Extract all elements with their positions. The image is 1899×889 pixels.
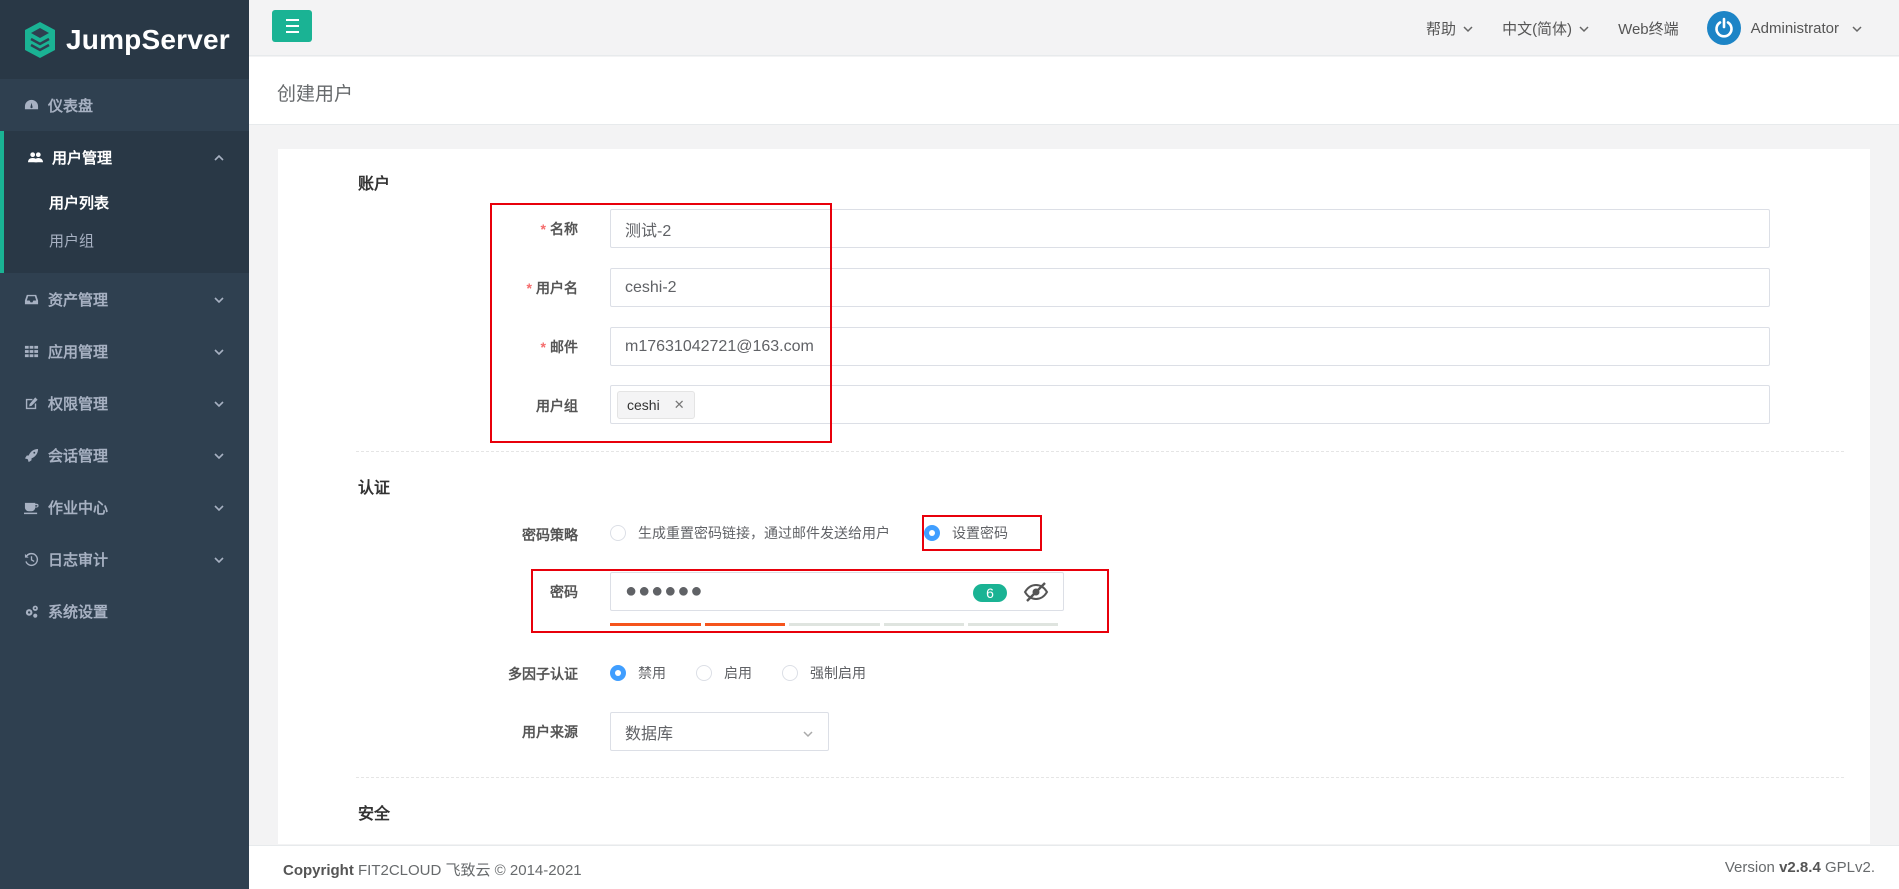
coffee-icon [22, 498, 40, 516]
remove-tag-icon[interactable]: ✕ [674, 397, 685, 413]
chevron-down-icon [213, 293, 225, 305]
chevron-down-icon [213, 345, 225, 357]
chevron-down-icon [213, 501, 225, 513]
gears-icon [22, 602, 40, 620]
sidebar-item-sessions[interactable]: 会话管理 [0, 429, 249, 481]
chevron-down-icon [213, 553, 225, 565]
mfa-radio-group: 禁用 启用 强制启用 [610, 663, 896, 683]
password-strength-meter [610, 623, 1062, 626]
page-title: 创建用户 [277, 84, 354, 105]
radio-circle [782, 665, 798, 681]
history-icon [22, 550, 40, 568]
user-dropdown[interactable]: Administrator [1706, 11, 1863, 45]
password-strategy-label: 密码策略 [522, 527, 578, 543]
grid-icon [22, 342, 40, 360]
sidebar-item-dashboard[interactable]: 仪表盘 [0, 79, 249, 131]
sidebar-group-users: 用户管理 用户列表 用户组 [0, 131, 249, 273]
sidebar-item-user-list[interactable]: 用户列表 [4, 183, 249, 221]
user-groups-select[interactable]: ceshi ✕ [610, 385, 1770, 424]
user-source-select[interactable]: 数据库 [610, 712, 829, 751]
menu-toggle-button[interactable] [272, 10, 312, 42]
footer-version: Version v2.8.4 GPLv2. [1724, 859, 1875, 876]
name-input[interactable] [610, 209, 1770, 248]
logo-text: JumpServer [66, 23, 230, 55]
edit-icon [22, 394, 40, 412]
name-label: * 名称 [540, 221, 578, 237]
password-strategy-radio-group: 生成重置密码链接，通过邮件发送给用户 设置密码 [610, 523, 1038, 543]
mfa-label: 多因子认证 [508, 666, 578, 682]
language-dropdown[interactable]: 中文(简体) [1502, 18, 1590, 39]
create-user-form: 账户 *名称 *用户名 *邮件 用户组 ceshi ✕ 认证 密码策略 生成重置… [278, 149, 1870, 844]
email-input[interactable] [610, 327, 1770, 366]
password-value: ●●●●●● [625, 580, 704, 602]
sidebar-nav: 仪表盘 用户管理 用户列表 用户组 资产管理 应用管理 权限管理 会话管理 作业… [0, 79, 249, 637]
chevron-down-icon [1578, 22, 1590, 34]
user-source-label: 用户来源 [522, 724, 578, 740]
chevron-down-icon [802, 727, 814, 739]
power-icon [1714, 17, 1733, 38]
radio-circle [924, 525, 940, 541]
footer: Copyright FIT2CLOUD 飞致云 © 2014-2021 Vers… [249, 845, 1899, 889]
section-title-account: 账户 [358, 176, 391, 193]
jumpserver-logo-icon [25, 21, 55, 58]
group-tag: ceshi ✕ [617, 390, 695, 419]
sidebar-item-user-management[interactable]: 用户管理 [4, 131, 249, 183]
sidebar-item-user-groups[interactable]: 用户组 [4, 221, 249, 259]
strength-segment [789, 623, 880, 626]
sidebar-item-audit[interactable]: 日志审计 [0, 533, 249, 585]
topbar: 帮助 中文(简体) Web终端 Administrator [249, 0, 1899, 56]
help-dropdown[interactable]: 帮助 [1426, 18, 1474, 39]
sidebar-item-applications[interactable]: 应用管理 [0, 325, 249, 377]
radio-circle [696, 665, 712, 681]
dashboard-icon [22, 96, 40, 114]
user-groups-label: 用户组 [536, 398, 578, 414]
inbox-icon [22, 290, 40, 308]
password-input[interactable]: ●●●●●● 6 [610, 572, 1064, 611]
chevron-down-icon [1462, 22, 1474, 34]
section-title-auth: 认证 [358, 480, 391, 497]
avatar [1706, 11, 1741, 45]
footer-copyright: Copyright FIT2CLOUD 飞致云 © 2014-2021 [283, 862, 582, 879]
radio-circle [610, 525, 626, 541]
strength-segment [610, 623, 701, 626]
section-divider [356, 451, 1844, 452]
logo[interactable]: JumpServer [0, 0, 249, 79]
sidebar-item-jobs[interactable]: 作业中心 [0, 481, 249, 533]
sidebar-subnav-users: 用户列表 用户组 [4, 183, 249, 273]
radio-set-password[interactable]: 设置密码 [924, 523, 1008, 543]
chevron-down-icon [1851, 22, 1863, 34]
username-input[interactable] [610, 268, 1770, 307]
eye-slash-icon[interactable] [1023, 581, 1049, 603]
chevron-down-icon [213, 449, 225, 461]
users-icon [26, 148, 44, 166]
email-label: * 邮件 [540, 339, 578, 355]
password-label: 密码 [550, 584, 578, 600]
username-label: * 用户名 [526, 280, 578, 296]
sidebar-item-permissions[interactable]: 权限管理 [0, 377, 249, 429]
password-length-badge: 6 [973, 584, 1007, 602]
chevron-down-icon [213, 397, 225, 409]
chevron-up-icon [213, 151, 225, 163]
page-heading: 创建用户 [249, 57, 1899, 125]
topbar-right: 帮助 中文(简体) Web终端 Administrator [1398, 0, 1863, 56]
section-divider [356, 777, 1844, 778]
rocket-icon [22, 446, 40, 464]
strength-segment [705, 623, 785, 626]
strength-segment [884, 623, 964, 626]
strength-segment [968, 623, 1058, 626]
radio-mfa-enabled[interactable]: 启用 [696, 663, 752, 683]
hamburger-icon [285, 17, 299, 35]
sidebar-item-assets[interactable]: 资产管理 [0, 273, 249, 325]
radio-circle [610, 665, 626, 681]
section-title-security: 安全 [358, 806, 391, 823]
web-terminal-link[interactable]: Web终端 [1618, 18, 1679, 39]
radio-mfa-forced[interactable]: 强制启用 [782, 663, 866, 683]
sidebar: JumpServer 仪表盘 用户管理 用户列表 用户组 资产管理 应用管理 权… [0, 0, 249, 889]
sidebar-item-settings[interactable]: 系统设置 [0, 585, 249, 637]
radio-mfa-disabled[interactable]: 禁用 [610, 663, 666, 683]
radio-reset-link[interactable]: 生成重置密码链接，通过邮件发送给用户 [610, 523, 890, 543]
